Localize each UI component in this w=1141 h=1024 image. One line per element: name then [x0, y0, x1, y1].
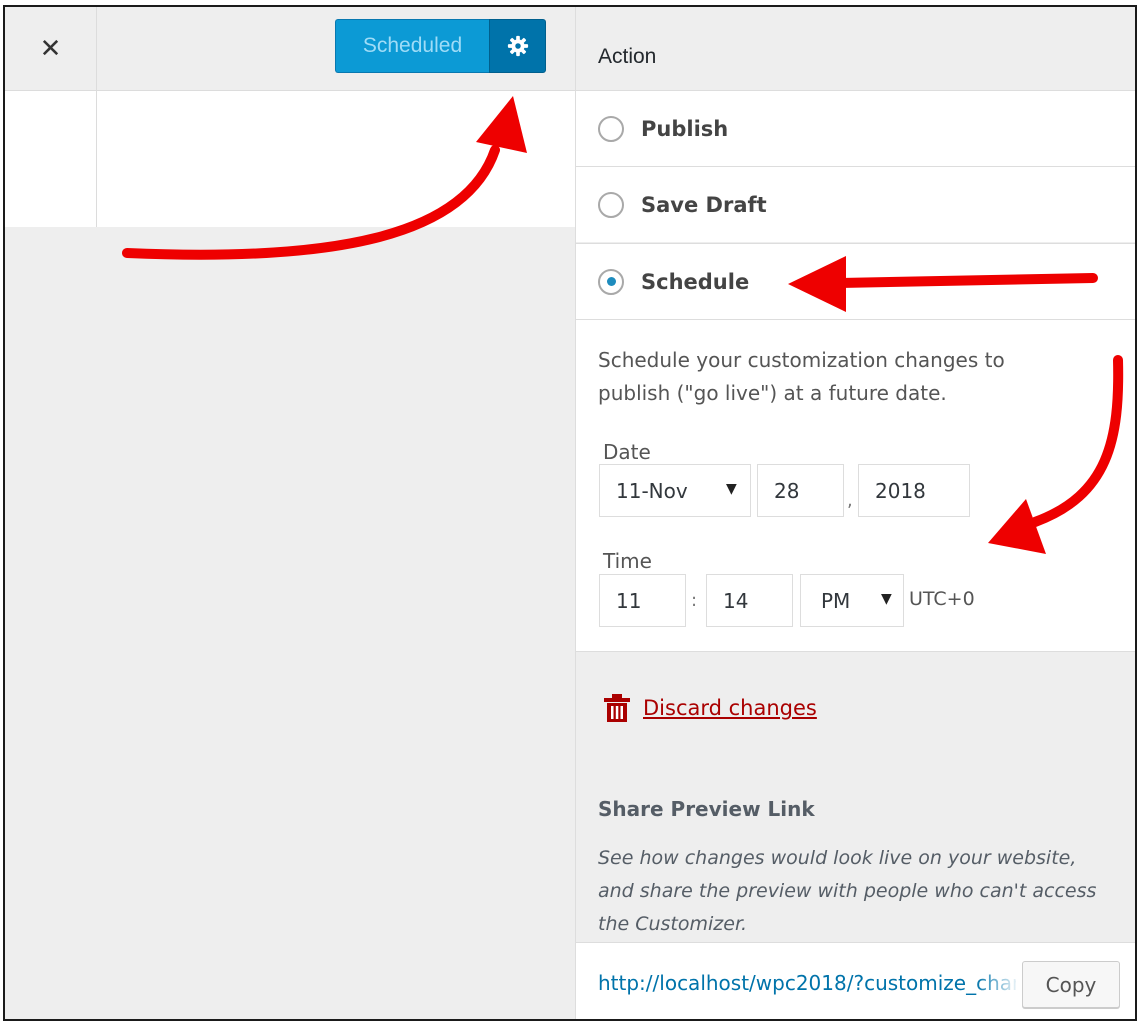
- schedule-settings: Schedule your customization changes to p…: [576, 319, 1135, 652]
- close-button[interactable]: ✕: [5, 7, 97, 90]
- day-value: 28: [774, 478, 800, 503]
- publish-label: Publish: [641, 116, 729, 141]
- customizer-screenshot: ✕ Scheduled Action Publish Save Draft Sc…: [3, 5, 1137, 1021]
- minute-input[interactable]: 14: [706, 574, 793, 627]
- hour-value: 11: [616, 588, 642, 613]
- chevron-down-icon: ▼: [726, 481, 737, 497]
- time-label: Time: [603, 549, 652, 573]
- trash-icon: [604, 694, 630, 722]
- hour-input[interactable]: 11: [599, 574, 686, 627]
- customizer-panel-area: [5, 91, 575, 227]
- panel-divider: [96, 91, 97, 227]
- time-separator: :: [691, 590, 698, 611]
- date-separator: ,: [847, 490, 853, 511]
- scheduled-button[interactable]: Scheduled: [335, 19, 489, 73]
- publish-settings-button[interactable]: [489, 19, 546, 73]
- month-value: 11-Nov: [616, 478, 688, 503]
- day-input[interactable]: 28: [757, 464, 844, 517]
- month-select[interactable]: 11-Nov ▼: [599, 464, 751, 517]
- meridian-select[interactable]: PM ▼: [800, 574, 904, 627]
- date-label: Date: [603, 440, 651, 464]
- customizer-header: ✕ Scheduled: [5, 7, 575, 91]
- preview-link[interactable]: http://localhost/wpc2018/?customize_chan…: [598, 971, 1016, 995]
- discard-changes-button[interactable]: Discard changes: [603, 693, 817, 723]
- year-input[interactable]: 2018: [858, 464, 970, 517]
- schedule-label: Schedule: [641, 269, 750, 294]
- publish-radio[interactable]: [598, 115, 624, 142]
- copy-button[interactable]: Copy: [1022, 961, 1120, 1008]
- chevron-down-icon: ▼: [881, 591, 892, 607]
- share-preview-title: Share Preview Link: [598, 797, 815, 821]
- schedule-radio[interactable]: [598, 268, 624, 295]
- link-fade: [976, 963, 1020, 1003]
- minute-value: 14: [723, 588, 749, 613]
- share-preview-description: See how changes would look live on your …: [598, 847, 1097, 935]
- publish-settings-panel: Action Publish Save Draft Schedule Sched…: [576, 7, 1135, 1019]
- save-draft-radio[interactable]: [598, 191, 624, 218]
- timezone-label: UTC+0: [909, 588, 975, 610]
- preview-link-row: http://localhost/wpc2018/?customize_chan…: [576, 942, 1135, 1019]
- gear-icon: [507, 35, 528, 57]
- save-draft-label: Save Draft: [641, 192, 767, 217]
- year-value: 2018: [875, 478, 926, 503]
- close-icon: ✕: [39, 33, 62, 63]
- option-publish[interactable]: Publish: [576, 90, 1135, 166]
- option-save-draft[interactable]: Save Draft: [576, 166, 1135, 242]
- publish-button-group: Scheduled: [335, 19, 546, 73]
- action-title: Action: [598, 45, 657, 68]
- schedule-description: Schedule your customization changes to p…: [598, 348, 1005, 405]
- meridian-value: PM: [821, 588, 851, 613]
- discard-changes-link[interactable]: Discard changes: [643, 696, 817, 720]
- option-schedule[interactable]: Schedule: [576, 243, 1135, 319]
